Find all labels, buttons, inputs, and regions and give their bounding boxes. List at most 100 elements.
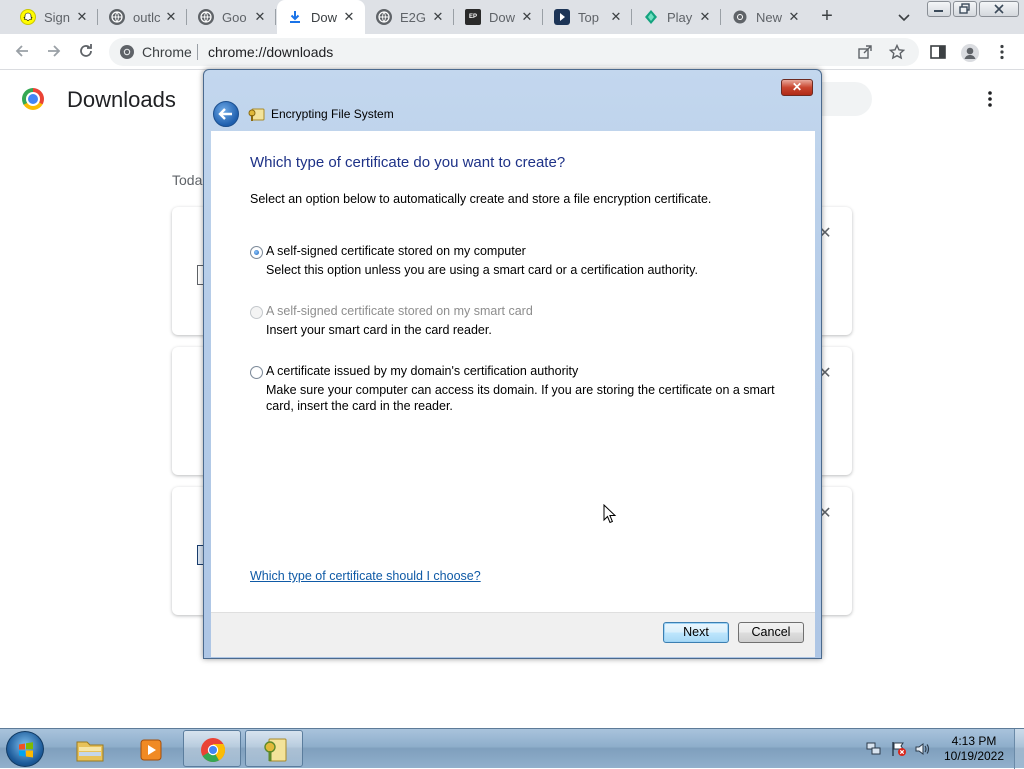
close-icon[interactable]: ✕ xyxy=(163,9,179,25)
tab-title: Dow xyxy=(489,9,516,25)
wizard-intro: Select an option below to automatically … xyxy=(250,192,712,206)
mouse-cursor-icon xyxy=(603,503,617,524)
help-link[interactable]: Which type of certificate should I choos… xyxy=(250,569,481,583)
omnibox-divider xyxy=(197,44,198,60)
tab-separator xyxy=(542,9,543,25)
download-icon xyxy=(287,9,303,25)
side-panel-icon[interactable] xyxy=(929,43,947,61)
close-icon[interactable]: ✕ xyxy=(252,9,268,25)
chrome-icon xyxy=(201,738,226,763)
tab-title: Dow xyxy=(311,9,338,25)
downloads-menu-icon[interactable] xyxy=(983,90,997,108)
window-close-button[interactable] xyxy=(979,1,1019,17)
key-certificate-icon xyxy=(247,106,265,122)
tab-title: Play xyxy=(667,9,693,25)
taskbar-explorer[interactable] xyxy=(60,730,118,767)
tab-new[interactable]: New ✕ xyxy=(722,0,810,34)
tab-separator xyxy=(631,9,632,25)
close-icon[interactable]: ✕ xyxy=(430,9,446,25)
dialog-close-button[interactable]: ✕ xyxy=(781,79,813,96)
site-label: Chrome xyxy=(142,44,192,60)
tab-title: E2G xyxy=(400,9,427,25)
system-clock[interactable]: 4:13 PM 10/19/2022 xyxy=(936,734,1012,764)
browser-toolbar: Chrome chrome://downloads xyxy=(0,34,1024,70)
tab-separator xyxy=(186,9,187,25)
close-icon[interactable]: ✕ xyxy=(341,9,357,25)
star-icon[interactable] xyxy=(888,43,906,60)
dialog-title: Encrypting File System xyxy=(271,107,394,121)
window-controls xyxy=(927,1,1021,17)
minimize-button[interactable] xyxy=(927,1,951,17)
clock-date: 10/19/2022 xyxy=(943,749,1005,763)
close-icon[interactable]: ✕ xyxy=(74,9,90,25)
option-description: Make sure your computer can access its d… xyxy=(266,383,775,413)
chrome-icon xyxy=(119,44,135,60)
restore-button[interactable] xyxy=(953,1,977,17)
tab-e2g[interactable]: E2G ✕ xyxy=(366,0,454,34)
close-icon[interactable]: ✕ xyxy=(519,9,535,25)
share-icon[interactable] xyxy=(857,44,873,60)
chrome-icon xyxy=(732,9,748,25)
action-center-flag-icon[interactable] xyxy=(891,741,907,757)
bookmark-play-icon xyxy=(554,9,570,25)
close-icon[interactable]: ✕ xyxy=(697,9,713,25)
radio-local-certificate[interactable] xyxy=(250,246,263,259)
option-description: Insert your smart card in the card reade… xyxy=(266,323,492,337)
back-arrow-icon[interactable] xyxy=(213,101,239,127)
more-vert-icon[interactable] xyxy=(993,43,1011,61)
tab-title: Goo xyxy=(222,9,247,25)
tab-play[interactable]: Play ✕ xyxy=(633,0,721,34)
tab-outlook[interactable]: outlc ✕ xyxy=(99,0,187,34)
taskbar-media-player[interactable] xyxy=(121,730,179,767)
start-button[interactable] xyxy=(6,731,44,767)
new-tab-button[interactable]: + xyxy=(816,6,838,27)
close-icon[interactable]: ✕ xyxy=(608,9,624,25)
back-button[interactable] xyxy=(12,42,32,62)
dialog-body: Which type of certificate do you want to… xyxy=(211,131,815,612)
play-store-icon xyxy=(643,9,659,25)
chevron-down-icon[interactable] xyxy=(896,9,912,25)
omnibox[interactable]: Chrome chrome://downloads xyxy=(109,38,919,66)
taskbar-efs-wizard[interactable] xyxy=(245,730,303,767)
globe-icon xyxy=(109,9,125,25)
close-icon[interactable]: ✕ xyxy=(786,9,802,25)
tab-strip: Sign ✕ outlc ✕ Goo ✕ Dow ✕ E2G ✕ EP Dow … xyxy=(0,0,1024,34)
tab-title: outlc xyxy=(133,9,161,25)
tab-separator xyxy=(720,9,721,25)
tab-sign[interactable]: Sign ✕ xyxy=(10,0,98,34)
show-desktop-button[interactable] xyxy=(1014,729,1024,769)
tab-downloads-active[interactable]: Dow ✕ xyxy=(277,0,365,34)
wizard-heading: Which type of certificate do you want to… xyxy=(250,154,566,171)
reload-button[interactable] xyxy=(76,42,96,62)
tab-epic-download[interactable]: EP Dow ✕ xyxy=(455,0,543,34)
url-text[interactable]: chrome://downloads xyxy=(208,44,333,60)
tab-top[interactable]: Top ✕ xyxy=(544,0,632,34)
tab-title: Sign xyxy=(44,9,71,25)
cancel-button[interactable]: Cancel xyxy=(738,622,804,643)
option-description: Select this option unless you are using … xyxy=(266,263,698,277)
tab-separator xyxy=(275,9,276,25)
clock-time: 4:13 PM xyxy=(951,734,997,748)
globe-icon xyxy=(198,9,214,25)
taskbar-chrome[interactable] xyxy=(183,730,241,767)
network-icon[interactable] xyxy=(866,741,882,757)
tab-title: New xyxy=(756,9,783,25)
efs-wizard-dialog: ✕ Encrypting File System Which type of c… xyxy=(203,69,822,659)
forward-button[interactable] xyxy=(44,42,64,62)
windows-flag-icon xyxy=(19,742,33,758)
option-label: A certificate issued by my domain's cert… xyxy=(266,364,579,378)
option-label: A self-signed certificate stored on my c… xyxy=(266,244,526,258)
page-title: Downloads xyxy=(67,87,176,112)
next-button[interactable]: Next xyxy=(663,622,729,643)
volume-icon[interactable] xyxy=(914,741,930,757)
date-section-label: Toda xyxy=(172,172,203,188)
radio-domain-ca-certificate[interactable] xyxy=(250,366,263,379)
tab-google[interactable]: Goo ✕ xyxy=(188,0,276,34)
globe-icon xyxy=(376,9,392,25)
downloads-search[interactable] xyxy=(820,82,872,116)
key-certificate-icon xyxy=(264,738,287,762)
dialog-footer: Next Cancel xyxy=(211,612,815,657)
profile-avatar[interactable] xyxy=(960,43,979,62)
chrome-logo-icon xyxy=(22,88,44,110)
tab-separator xyxy=(453,9,454,25)
